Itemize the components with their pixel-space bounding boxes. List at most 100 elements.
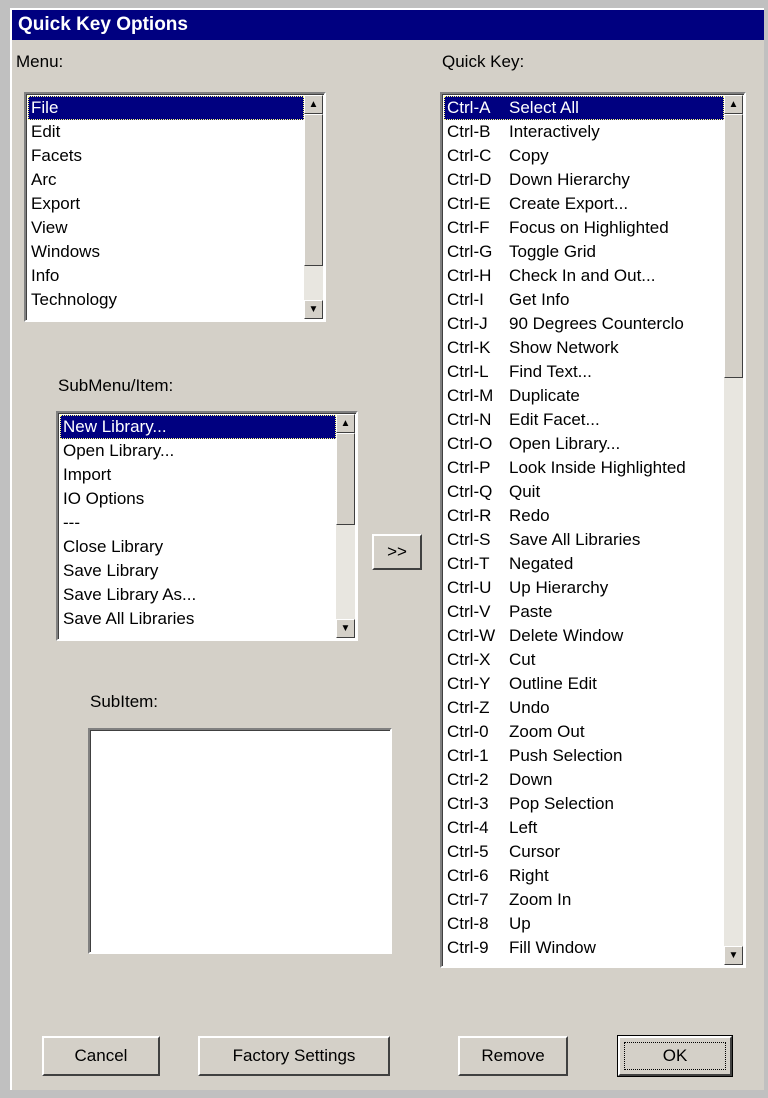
submenu-list-item[interactable]: New Library...	[60, 415, 336, 439]
shortcut-command: Get Info	[509, 290, 570, 309]
quickkey-list-item[interactable]: Ctrl-L Find Text...	[444, 360, 724, 384]
quickkey-list-item[interactable]: Ctrl-A Select All	[444, 96, 724, 120]
menu-scrollbar[interactable]: ▲ ▼	[304, 95, 323, 319]
menu-list-item[interactable]: Technology	[28, 288, 304, 312]
submenu-list-item[interactable]: Open Library...	[60, 439, 336, 463]
scroll-up-icon[interactable]: ▲	[724, 95, 743, 114]
quickkey-list-item[interactable]: Ctrl-F Focus on Highlighted	[444, 216, 724, 240]
quickkey-list-item[interactable]: Ctrl-E Create Export...	[444, 192, 724, 216]
scroll-down-icon[interactable]: ▼	[724, 946, 743, 965]
quickkey-list-item[interactable]: Ctrl-S Save All Libraries	[444, 528, 724, 552]
quickkey-list-item[interactable]: Ctrl-R Redo	[444, 504, 724, 528]
shortcut-command: Undo	[509, 698, 550, 717]
remove-button[interactable]: Remove	[458, 1036, 568, 1076]
quickkey-list-item[interactable]: Ctrl-O Open Library...	[444, 432, 724, 456]
scroll-up-icon[interactable]: ▲	[304, 95, 323, 114]
shortcut-command: 90 Degrees Counterclo	[509, 314, 684, 333]
shortcut-key: Ctrl-F	[447, 218, 490, 237]
quickkey-list-item[interactable]: Ctrl-G Toggle Grid	[444, 240, 724, 264]
submenu-list-item[interactable]: ---	[60, 511, 336, 535]
scroll-down-icon[interactable]: ▼	[336, 619, 355, 638]
menu-list-item[interactable]: Edit	[28, 120, 304, 144]
quickkey-list-item[interactable]: Ctrl-X Cut	[444, 648, 724, 672]
submenu-scrollbar[interactable]: ▲ ▼	[336, 414, 355, 638]
shortcut-command: Zoom Out	[509, 722, 585, 741]
shortcut-key: Ctrl-7	[447, 890, 489, 909]
quickkey-list-item[interactable]: Ctrl-U Up Hierarchy	[444, 576, 724, 600]
quickkey-list-item[interactable]: Ctrl-5 Cursor	[444, 840, 724, 864]
quickkey-list-item[interactable]: Ctrl-J 90 Degrees Counterclo	[444, 312, 724, 336]
quickkey-list-item[interactable]: Ctrl-Y Outline Edit	[444, 672, 724, 696]
quickkey-list-item[interactable]: Ctrl-9 Fill Window	[444, 936, 724, 960]
submenu-list-item[interactable]: IO Options	[60, 487, 336, 511]
quickkey-list-item[interactable]: Ctrl-P Look Inside Highlighted	[444, 456, 724, 480]
quickkey-list-item[interactable]: Ctrl-7 Zoom In	[444, 888, 724, 912]
quickkey-items: Ctrl-A Select All Ctrl-B Interactively Ctrl-…	[444, 96, 724, 964]
quickkey-list-item[interactable]: Ctrl-D Down Hierarchy	[444, 168, 724, 192]
quickkey-listbox[interactable]: Ctrl-A Select All Ctrl-B Interactively Ctrl-…	[440, 92, 746, 968]
submenu-list-item[interactable]: Import	[60, 463, 336, 487]
submenu-list-item[interactable]: Save All Libraries	[60, 607, 336, 631]
menu-list-item[interactable]: Arc	[28, 168, 304, 192]
menu-list-item[interactable]: Info	[28, 264, 304, 288]
submenu-listbox[interactable]: New Library... Open Library... Import IO Op…	[56, 411, 358, 641]
quickkey-list-item[interactable]: Ctrl-I Get Info	[444, 288, 724, 312]
cancel-button[interactable]: Cancel	[42, 1036, 160, 1076]
quickkey-list-item[interactable]: Ctrl-3 Pop Selection	[444, 792, 724, 816]
scroll-thumb[interactable]	[336, 433, 355, 525]
shortcut-command: Toggle Grid	[509, 242, 596, 261]
subitem-listbox[interactable]	[88, 728, 392, 954]
factory-settings-button[interactable]: Factory Settings	[198, 1036, 390, 1076]
quickkey-list-item[interactable]: Ctrl-1 Push Selection	[444, 744, 724, 768]
quickkey-list-item[interactable]: Ctrl-0 Zoom Out	[444, 720, 724, 744]
menu-list-item[interactable]: Export	[28, 192, 304, 216]
shortcut-key: Ctrl-I	[447, 290, 484, 309]
quickkey-list-item[interactable]: Ctrl-Z Undo	[444, 696, 724, 720]
scroll-thumb[interactable]	[304, 114, 323, 266]
quickkey-list-item[interactable]: Ctrl-B Interactively	[444, 120, 724, 144]
quickkey-list-item[interactable]: Ctrl-C Copy	[444, 144, 724, 168]
shortcut-key: Ctrl-H	[447, 266, 492, 285]
menu-list-item[interactable]: Windows	[28, 240, 304, 264]
menu-list-item[interactable]: Facets	[28, 144, 304, 168]
quickkey-list-item[interactable]: Ctrl-T Negated	[444, 552, 724, 576]
submenu-list-item[interactable]: Close Library	[60, 535, 336, 559]
shortcut-key: Ctrl-S	[447, 530, 491, 549]
scroll-down-icon[interactable]: ▼	[304, 300, 323, 319]
quickkey-list-item[interactable]: Ctrl-V Paste	[444, 600, 724, 624]
shortcut-command: Cut	[509, 650, 536, 669]
shortcut-command: Left	[509, 818, 538, 837]
shortcut-key: Ctrl-O	[447, 434, 493, 453]
scroll-thumb[interactable]	[724, 114, 743, 378]
shortcut-command: Cursor	[509, 842, 561, 861]
quickkey-list-item[interactable]: Ctrl-6 Right	[444, 864, 724, 888]
shortcut-command: Show Network	[509, 338, 619, 357]
shortcut-key: Ctrl-R	[447, 506, 492, 525]
quickkey-list-item[interactable]: Ctrl-H Check In and Out...	[444, 264, 724, 288]
quickkey-list-item[interactable]: Ctrl-4 Left	[444, 816, 724, 840]
shortcut-command: Redo	[509, 506, 550, 525]
shortcut-command: Fill Window	[509, 938, 596, 957]
quickkey-list-item[interactable]: Ctrl-M Duplicate	[444, 384, 724, 408]
submenu-list-item[interactable]: Save Library	[60, 559, 336, 583]
shortcut-command: Duplicate	[509, 386, 580, 405]
shortcut-key: Ctrl-L	[447, 362, 489, 381]
quickkey-list-item[interactable]: Ctrl-8 Up	[444, 912, 724, 936]
menu-list-item[interactable]: File	[28, 96, 304, 120]
quickkey-list-item[interactable]: Ctrl-W Delete Window	[444, 624, 724, 648]
shortcut-command: Quit	[509, 482, 541, 501]
scroll-up-icon[interactable]: ▲	[336, 414, 355, 433]
quickkey-scrollbar[interactable]: ▲ ▼	[724, 95, 743, 965]
submenu-list-item[interactable]: Save Library As...	[60, 583, 336, 607]
menu-listbox[interactable]: File Edit Facets Arc Export View Windows Info Te…	[24, 92, 326, 322]
menu-label: Menu:	[16, 52, 64, 71]
add-to-quickkey-button[interactable]: >>	[372, 534, 422, 570]
shortcut-command: Paste	[509, 602, 553, 621]
menu-list-item[interactable]: View	[28, 216, 304, 240]
ok-button[interactable]: OK	[617, 1035, 733, 1077]
quickkey-list-item[interactable]: Ctrl-2 Down	[444, 768, 724, 792]
quickkey-list-item[interactable]: Ctrl-N Edit Facet...	[444, 408, 724, 432]
shortcut-key: Ctrl-J	[447, 314, 488, 333]
quickkey-list-item[interactable]: Ctrl-K Show Network	[444, 336, 724, 360]
quickkey-list-item[interactable]: Ctrl-Q Quit	[444, 480, 724, 504]
